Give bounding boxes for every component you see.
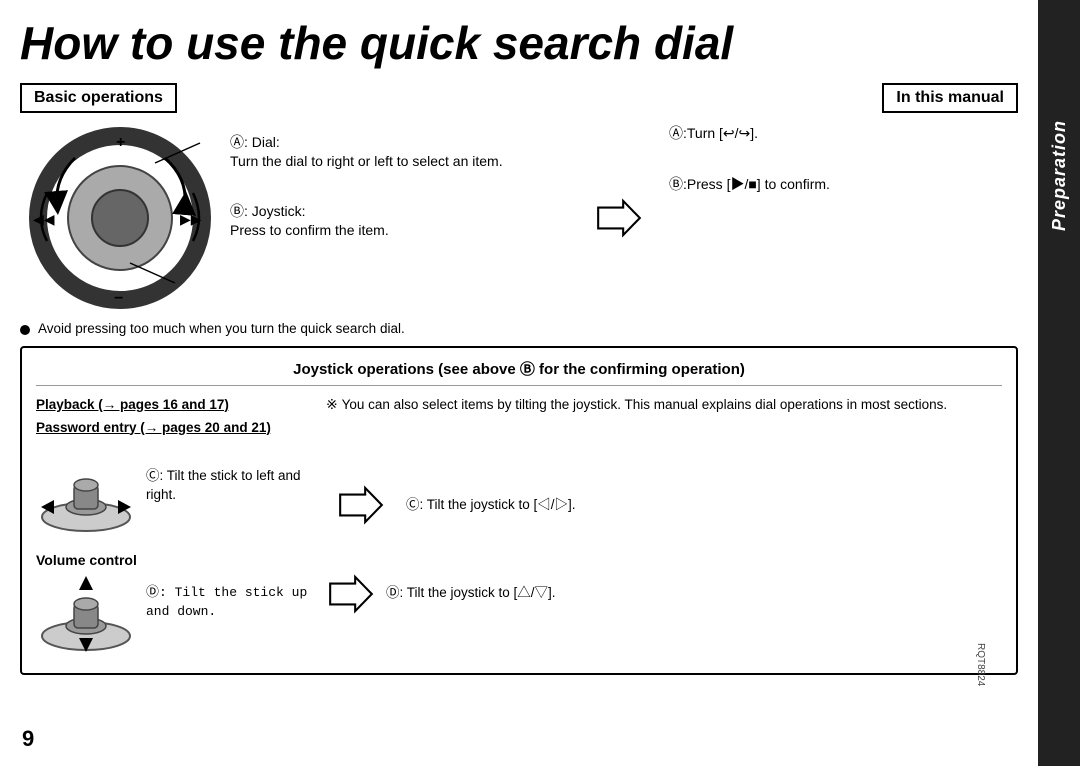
dial-a-desc: Turn the dial to right or left to select… — [230, 153, 503, 169]
page-title: How to use the quick search dial — [20, 18, 1018, 69]
svg-text:−: − — [114, 290, 123, 307]
section-upper: + − ◀◀ ▶▶ — [20, 123, 1018, 313]
dial-a-title: : Dial: — [244, 134, 280, 150]
joystick-link-password[interactable]: Password entry (→ pages 20 and 21) — [36, 417, 316, 440]
joystick-note: You can also select items by tilting the… — [342, 397, 948, 412]
main-container: How to use the quick search dial Basic o… — [0, 0, 1080, 766]
in-this-manual-label: In this manual — [882, 83, 1018, 113]
volume-section: Ⓓ: Tilt the stick up and down. Ⓓ: Tilt t… — [36, 574, 1002, 659]
volume-right: Ⓓ: Tilt the joystick to [△/▽]. — [386, 574, 1002, 603]
top-labels: Basic operations In this manual — [20, 83, 1018, 113]
joystick-link-playback[interactable]: Playback (→ pages 16 and 17) — [36, 394, 316, 417]
avoid-note: Avoid pressing too much when you turn th… — [20, 321, 1018, 336]
joystick-body: Playback (→ pages 16 and 17) Password en… — [36, 394, 1002, 450]
joystick-left: Playback (→ pages 16 and 17) Password en… — [36, 394, 316, 450]
joystick-box: Joystick operations (see above Ⓑ for the… — [20, 346, 1018, 676]
side-tab: Preparation — [1038, 0, 1080, 766]
joystick-diagram-ud — [36, 574, 136, 659]
rqt-number: RQT8824 — [975, 643, 986, 686]
arrow-lr — [336, 457, 386, 542]
volume-label: Volume control — [36, 552, 1002, 568]
dial-b-desc: Press to confirm the item. — [230, 222, 389, 238]
volume-left: Ⓓ: Tilt the stick up and down. — [36, 574, 316, 659]
dial-b-title: : Joystick: — [244, 203, 305, 219]
dial-desc-a: Ⓐ: Dial: Turn the dial to right or left … — [230, 133, 579, 172]
dial-desc-b: Ⓑ: Joystick: Press to confirm the item. — [230, 202, 579, 241]
dial-b-label: Ⓑ — [230, 203, 244, 219]
page-number: 9 — [22, 726, 34, 752]
arrow-middle — [579, 123, 659, 313]
manual-item-b: Ⓑ:Press [▶/■] to confirm. — [669, 174, 1018, 195]
joystick-diagram-lr — [36, 457, 136, 542]
manual-item-a: Ⓐ:Turn [↩/↪]. — [669, 123, 1018, 144]
note-symbol: ※ — [326, 396, 342, 412]
joystick-right: ※ You can also select items by tilting t… — [326, 394, 1002, 450]
in-manual-section: Ⓐ:Turn [↩/↪]. Ⓑ:Press [▶/■] to confirm. — [659, 123, 1018, 313]
joystick-title: Joystick operations (see above Ⓑ for the… — [36, 358, 1002, 386]
dial-a-label: Ⓐ — [230, 134, 244, 150]
svg-text:◀◀: ◀◀ — [33, 211, 55, 227]
joystick-desc-c-left: Ⓒ: Tilt the stick to left and right. — [146, 457, 316, 505]
arrow-ud — [326, 574, 376, 614]
joystick-ill-right-lr: Ⓒ: Tilt the joystick to [◁/▷]. — [406, 457, 1002, 542]
dial-diagram: + − ◀◀ ▶▶ — [20, 123, 220, 313]
svg-text:+: + — [116, 134, 125, 151]
avoid-text: Avoid pressing too much when you turn th… — [38, 321, 405, 336]
content-area: How to use the quick search dial Basic o… — [0, 0, 1038, 766]
basic-operations-label: Basic operations — [20, 83, 177, 113]
joystick-ill-left-lr: Ⓒ: Tilt the stick to left and right. — [36, 457, 316, 542]
dial-descriptions: Ⓐ: Dial: Turn the dial to right or left … — [220, 123, 579, 313]
joystick-links: Playback (→ pages 16 and 17) Password en… — [36, 394, 316, 440]
joystick-desc-d-left: Ⓓ: Tilt the stick up and down. — [146, 574, 316, 620]
bullet-icon — [20, 325, 30, 335]
joystick-illustrations-lr: Ⓒ: Tilt the stick to left and right. Ⓒ: … — [36, 457, 1002, 542]
joystick-desc-d-right: Ⓓ: Tilt the joystick to [△/▽]. — [386, 574, 556, 603]
side-tab-label: Preparation — [1049, 120, 1070, 231]
joystick-desc-c-right: Ⓒ: Tilt the joystick to [◁/▷]. — [406, 486, 576, 515]
